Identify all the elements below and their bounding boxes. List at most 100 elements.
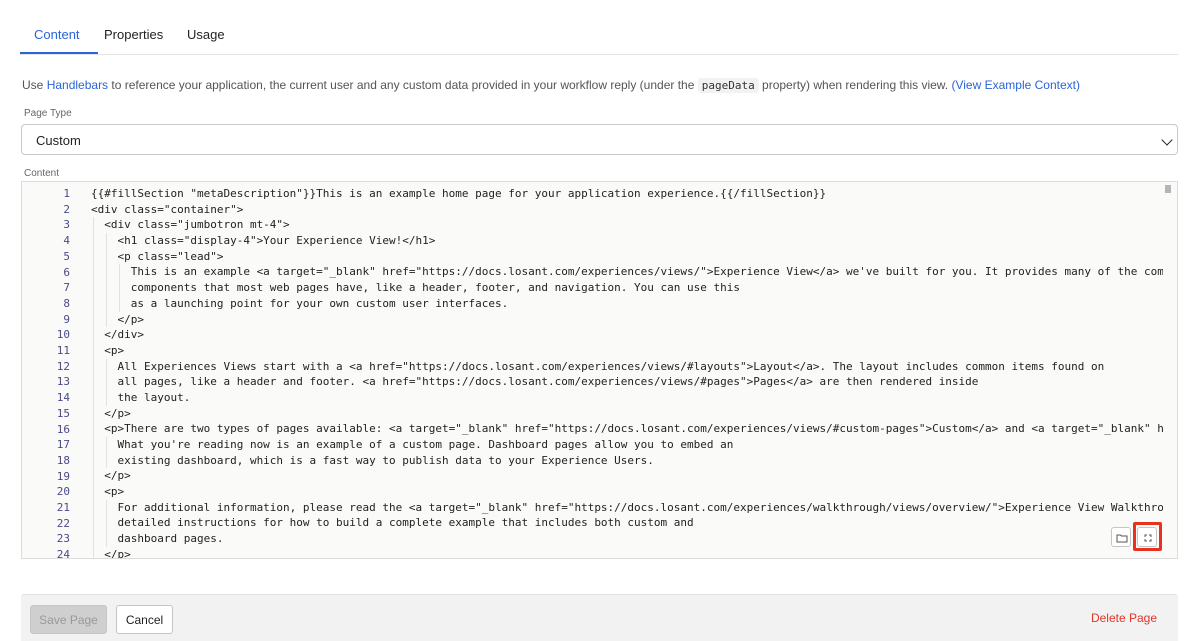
code-line-text: all pages, like a header and footer. <a …	[91, 375, 979, 389]
page-type-select[interactable]: Custom	[21, 124, 1178, 155]
highlight-annotation-box	[1133, 522, 1162, 551]
delete-page-button[interactable]: Delete Page	[1091, 611, 1157, 625]
line-number: 15	[56, 406, 70, 420]
code-editor[interactable]: 1 2 3 4 5 6 7 8 9 10 11 12 13 14 15 16 17 18 19 20 21 22 23 24 …	[21, 181, 1178, 559]
line-number: 1	[63, 187, 70, 200]
code-line: What you're reading now is an example of…	[91, 437, 1163, 453]
description-middle: to reference your application, the curre…	[108, 78, 698, 92]
code-line: all pages, like a header and footer. <a …	[91, 374, 1163, 390]
code-line: <div class="container">	[91, 202, 1163, 218]
line-number: 2	[63, 202, 70, 216]
code-line-text: This is an example <a target="_blank" hr…	[91, 265, 1163, 279]
code-line-text: as a launching point for your own custom…	[91, 296, 509, 310]
line-number: 20	[56, 485, 70, 499]
code-line-text: <p>There are two types of pages availabl…	[91, 422, 1163, 436]
code-line: </p>	[91, 311, 1163, 328]
line-number: 17	[56, 438, 70, 452]
line-number: 12	[56, 359, 70, 373]
code-line-text: dashboard pages.	[91, 532, 224, 546]
code-line: </p>	[91, 546, 1163, 559]
code-line: <p>There are two types of pages availabl…	[91, 421, 1163, 437]
code-line-text: existing dashboard, which is a fast way …	[91, 453, 654, 467]
line-number: 23	[56, 532, 70, 546]
page-type-value: Custom	[36, 133, 81, 148]
code-line-text: </p>	[91, 547, 131, 559]
code-line: </div>	[91, 327, 1163, 343]
code-line-text: </p>	[91, 312, 144, 326]
line-number: 18	[56, 453, 70, 467]
editor-scrollbar[interactable]	[1165, 185, 1171, 193]
tab-bar: Content Properties Usage	[20, 0, 1178, 55]
code-line-text: <div class="container">	[91, 202, 244, 216]
page-type-label: Page Type	[24, 108, 72, 119]
code-line: <p>	[91, 342, 1163, 359]
line-number: 7	[63, 281, 70, 295]
code-line: </p>	[91, 468, 1163, 485]
code-line-text: <p>	[91, 343, 125, 357]
line-number-gutter: 1 2 3 4 5 6 7 8 9 10 11 12 13 14 15 16 17 18 19 20 21 22 23 24	[22, 182, 98, 558]
pagedata-code: pageData	[697, 78, 759, 93]
cancel-button[interactable]: Cancel	[116, 605, 173, 634]
code-line-text: <p class="lead">	[91, 249, 224, 263]
line-number: 6	[63, 265, 70, 279]
line-number: 16	[56, 422, 70, 436]
code-line: <h1 class="display-4">Your Experience Vi…	[91, 233, 1163, 249]
tab-properties[interactable]: Properties	[104, 27, 163, 42]
line-number: 19	[56, 469, 70, 483]
code-line: </p>	[91, 405, 1163, 422]
line-number: 24	[56, 548, 70, 559]
code-line: dashboard pages.	[91, 531, 1163, 547]
line-number: 9	[63, 312, 70, 326]
file-browser-button[interactable]	[1111, 527, 1131, 547]
line-number: 13	[56, 375, 70, 389]
code-line-text: </p>	[91, 469, 131, 483]
line-number: 21	[56, 501, 70, 514]
line-number: 10	[56, 328, 70, 342]
tab-usage[interactable]: Usage	[187, 27, 225, 42]
line-number: 3	[63, 218, 70, 232]
code-line: as a launching point for your own custom…	[91, 295, 1163, 312]
code-line: <p>	[91, 484, 1163, 500]
code-line-text: <h1 class="display-4">Your Experience Vi…	[91, 234, 436, 248]
code-line-text: </p>	[91, 406, 131, 420]
code-line: <div class="jumbotron mt-4">	[91, 217, 1163, 234]
tab-content[interactable]: Content	[34, 27, 80, 42]
code-line: {{#fillSection "metaDescription"}}This i…	[91, 186, 1163, 202]
description-suffix: property) when rendering this view.	[758, 78, 952, 92]
chevron-down-icon	[1161, 134, 1173, 146]
code-line-text: All Experiences Views start with a <a hr…	[91, 359, 1105, 373]
code-line-text: </div>	[91, 328, 144, 342]
line-number: 8	[63, 296, 70, 310]
code-line: <p class="lead">	[91, 248, 1163, 265]
code-line-text: detailed instructions for how to build a…	[91, 516, 694, 530]
description-text: Use Handlebars to reference your applica…	[22, 78, 1080, 93]
code-line: For additional information, please read …	[91, 499, 1163, 516]
line-number: 11	[56, 344, 70, 357]
code-line-text: the layout.	[91, 390, 191, 404]
line-number: 22	[56, 516, 70, 530]
code-line: the layout.	[91, 389, 1163, 406]
code-line: components that most web pages have, lik…	[91, 280, 1163, 296]
code-line: detailed instructions for how to build a…	[91, 515, 1163, 532]
folder-icon	[1116, 534, 1128, 543]
code-line-text: {{#fillSection "metaDescription"}}This i…	[91, 187, 827, 200]
description-prefix: Use	[22, 78, 47, 92]
save-page-button[interactable]: Save Page	[30, 605, 107, 634]
code-line-text: For additional information, please read …	[91, 500, 1163, 514]
line-number: 4	[63, 234, 70, 248]
code-line-text: <p>	[91, 485, 125, 499]
line-number: 5	[63, 249, 70, 263]
code-line: existing dashboard, which is a fast way …	[91, 452, 1163, 469]
content-label: Content	[24, 168, 60, 179]
code-line: All Experiences Views start with a <a hr…	[91, 358, 1163, 375]
line-number: 14	[56, 391, 70, 405]
code-line-text: <div class="jumbotron mt-4">	[91, 218, 290, 232]
code-line-text: What you're reading now is an example of…	[91, 438, 734, 451]
action-footer: Save Page Cancel Delete Page	[21, 594, 1178, 641]
code-line: This is an example <a target="_blank" hr…	[91, 264, 1163, 281]
active-tab-indicator	[20, 52, 98, 54]
handlebars-link[interactable]: Handlebars	[47, 78, 108, 92]
view-example-context-link[interactable]: (View Example Context)	[951, 78, 1080, 92]
code-line-text: components that most web pages have, lik…	[91, 281, 741, 295]
code-area[interactable]: {{#fillSection "metaDescription"}}This i…	[91, 186, 1163, 559]
